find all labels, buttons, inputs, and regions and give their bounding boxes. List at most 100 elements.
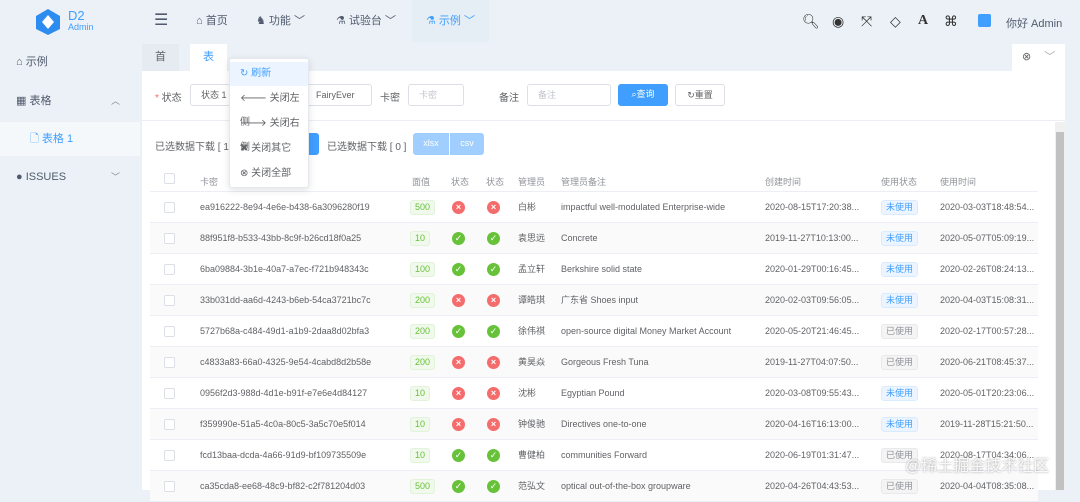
- reset-button[interactable]: ↻重置: [675, 84, 725, 106]
- card-key: 6ba09884-3b1e-40a7-a7ec-f721b948343c: [200, 264, 369, 274]
- user-greeting[interactable]: 你好 Admin: [1006, 15, 1062, 31]
- scrollbar-thumb[interactable]: [1056, 132, 1064, 490]
- theme-icon[interactable]: ◇: [890, 13, 901, 30]
- card-label: 卡密: [380, 93, 400, 104]
- tab-close-control[interactable]: ⊗ ﹀: [1012, 44, 1065, 71]
- download-selected-label: 已选数据下载 [ 0 ]: [327, 142, 407, 153]
- card-key: 0956f2d3-988d-4d1e-b91f-e7e6e4d84127: [200, 388, 368, 398]
- value-tag: 100: [410, 262, 436, 277]
- card-key: ea916222-8e94-4e6e-b438-6a3096280f19: [200, 202, 370, 212]
- select-all-checkbox[interactable]: [164, 173, 175, 184]
- log-icon[interactable]: ◉: [832, 13, 844, 30]
- close-circle-icon: ⊗: [1022, 51, 1032, 63]
- admin-name: 钟俊驰: [518, 419, 546, 429]
- col-used-time: 使用时间: [940, 177, 977, 187]
- row-checkbox[interactable]: [164, 326, 175, 337]
- menu-close-others[interactable]: ✖ 关闭其它: [230, 137, 308, 161]
- nav-examples[interactable]: ⚗ 示例 ﹀: [412, 0, 489, 42]
- used-time: 2020-05-01T20:23:06...: [940, 388, 1035, 398]
- nav-testbed[interactable]: ⚗ 试验台 ﹀: [336, 0, 396, 42]
- tab-home[interactable]: 首页: [142, 44, 179, 90]
- check-circle-icon: ✓: [452, 480, 465, 493]
- row-checkbox[interactable]: [164, 264, 175, 275]
- admin-name: 袁思远: [518, 233, 546, 243]
- x-circle-icon: ×: [487, 387, 500, 400]
- row-checkbox[interactable]: [164, 481, 175, 492]
- card-input[interactable]: 卡密: [408, 84, 464, 106]
- created-time: 2019-11-27T10:13:00...: [765, 233, 859, 243]
- search-icon[interactable]: 🔍︎: [802, 13, 820, 30]
- fullscreen-icon[interactable]: ⤧: [861, 13, 872, 30]
- use-status-tag: 未使用: [881, 293, 919, 308]
- sidebar: ⌂ 示例 ▦ 表格 ︿ 🗋 表格 1 ● ISSUES ﹀: [0, 44, 140, 490]
- row-checkbox[interactable]: [164, 419, 175, 430]
- menu-refresh[interactable]: ↻ 刷新: [230, 62, 308, 86]
- font-size-icon[interactable]: A: [918, 13, 928, 29]
- color-picker[interactable]: [978, 14, 991, 27]
- value-tag: 200: [410, 355, 436, 370]
- admin-note: Egyptian Pound: [561, 388, 625, 398]
- table-row[interactable]: 6ba09884-3b1e-40a7-a7ec-f721b948343c 100…: [150, 254, 1038, 285]
- refresh-icon: ↻: [687, 90, 695, 100]
- col-admin-note: 管理员备注: [561, 177, 607, 187]
- user-input[interactable]: FairyEver: [305, 84, 372, 106]
- close-circle-icon: ⊗: [240, 168, 252, 179]
- sidebar-item-issues[interactable]: ● ISSUES ﹀: [0, 160, 140, 194]
- admin-name: 黄昊焱: [518, 357, 546, 367]
- check-circle-icon: ✓: [452, 325, 465, 338]
- row-checkbox[interactable]: [164, 357, 175, 368]
- x-circle-icon: ×: [452, 294, 465, 307]
- table-row[interactable]: 0956f2d3-988d-4d1e-b91f-e7e6e4d84127 10 …: [150, 378, 1038, 409]
- use-status-tag: 未使用: [881, 417, 919, 432]
- table-row[interactable]: c4833a83-66a0-4325-9e54-4cabd8d2b58e 200…: [150, 347, 1038, 378]
- admin-note: Concrete: [561, 233, 598, 243]
- admin-note: Directives one-to-one: [561, 419, 647, 429]
- top-nav: ☰ ⌂ 首页 ♞ 功能 ﹀ ⚗ 试验台 ﹀ ⚗ 示例 ﹀ 🔍︎ ◉ ⤧ ◇ A …: [140, 0, 1080, 42]
- col-status-1: 状态: [451, 177, 470, 187]
- col-value: 面值: [412, 177, 431, 187]
- row-checkbox[interactable]: [164, 202, 175, 213]
- table-row[interactable]: 88f951f8-b533-43bb-8c9f-b26cd18f0a25 10 …: [150, 223, 1038, 254]
- created-time: 2020-04-16T16:13:00...: [765, 419, 860, 429]
- logo[interactable]: D2 Admin: [34, 8, 134, 38]
- github-icon: ●: [16, 171, 26, 183]
- created-time: 2019-11-27T04:07:50...: [765, 357, 859, 367]
- table-icon: ▦: [16, 95, 30, 107]
- table-row[interactable]: 33b031dd-aa6d-4243-b6eb-54ca3721bc7c 200…: [150, 285, 1038, 316]
- nav-home[interactable]: ⌂ 首页: [196, 0, 228, 42]
- value-tag: 10: [410, 231, 431, 246]
- value-tag: 500: [410, 200, 436, 215]
- use-status-tag: 未使用: [881, 386, 919, 401]
- used-time: 2020-02-17T00:57:28...: [940, 326, 1035, 336]
- sidebar-item-table-1[interactable]: 🗋 表格 1: [0, 122, 140, 156]
- menu-close-left[interactable]: 🡐 关闭左侧: [230, 87, 308, 128]
- table-row[interactable]: 5727b68a-c484-49d1-a1b9-2daa8d02bfa3 200…: [150, 316, 1038, 347]
- row-checkbox[interactable]: [164, 295, 175, 306]
- col-created: 创建时间: [765, 177, 802, 187]
- note-input[interactable]: 备注: [527, 84, 611, 106]
- row-checkbox[interactable]: [164, 450, 175, 461]
- row-checkbox[interactable]: [164, 233, 175, 244]
- menu-close-right[interactable]: 🡒 关闭右侧: [230, 112, 308, 153]
- menu-close-all[interactable]: ⊗ 关闭全部: [230, 162, 308, 186]
- value-tag: 200: [410, 324, 436, 339]
- tab-context-menu: ↻ 刷新 🡐 关闭左侧 🡒 关闭右侧 ✖ 关闭其它 ⊗ 关闭全部: [229, 58, 309, 188]
- table-row[interactable]: ea916222-8e94-4e6e-b438-6a3096280f19 500…: [150, 192, 1038, 223]
- admin-name: 范弘文: [518, 481, 546, 491]
- search-button[interactable]: ⌕查询: [618, 84, 668, 106]
- check-circle-icon: ✓: [487, 263, 500, 276]
- table-row[interactable]: f359990e-51a5-4c0a-80c5-3a5c70e5f014 10 …: [150, 409, 1038, 440]
- language-icon[interactable]: ⌘: [944, 13, 958, 30]
- menu-toggle-icon[interactable]: ☰: [154, 0, 168, 42]
- admin-name: 谭皓琪: [518, 295, 546, 305]
- sidebar-item-table[interactable]: ▦ 表格 ︿: [0, 84, 140, 118]
- sidebar-item-example[interactable]: ⌂ 示例: [0, 45, 140, 79]
- chevron-down-icon: ﹀: [1044, 51, 1056, 63]
- tab-table-1[interactable]: 表格 1 ×: [190, 44, 227, 144]
- csv-button[interactable]: csv: [450, 133, 484, 155]
- use-status-tag: 已使用: [881, 479, 919, 494]
- nav-features[interactable]: ♞ 功能 ﹀: [256, 0, 305, 42]
- xlsx-button[interactable]: xlsx: [413, 133, 449, 155]
- home-icon: ⌂: [16, 56, 26, 68]
- row-checkbox[interactable]: [164, 388, 175, 399]
